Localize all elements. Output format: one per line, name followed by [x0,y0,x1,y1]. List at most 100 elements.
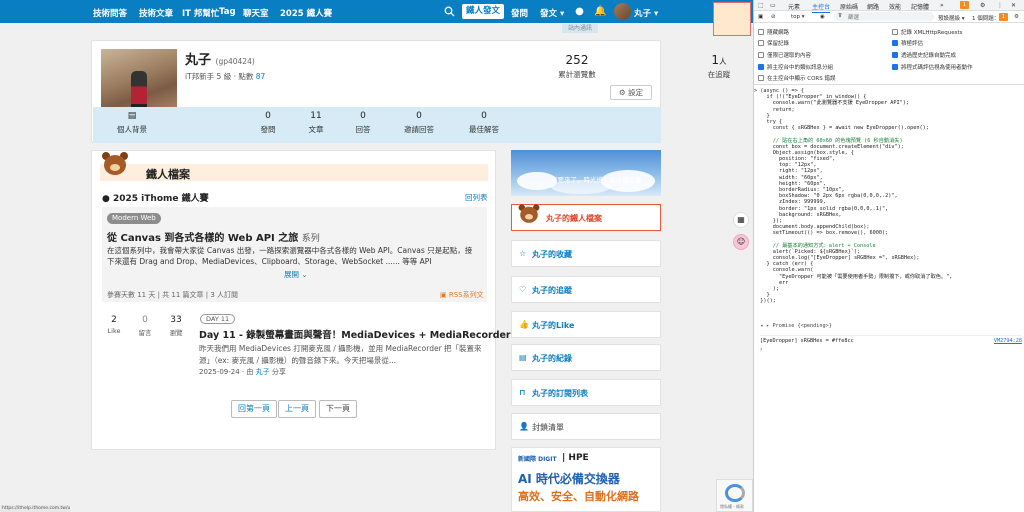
recaptcha-badge[interactable]: 隱私權 - 條款 [716,479,753,512]
stat-background[interactable]: ▤ 個人背景 [102,111,162,135]
nav-tag[interactable]: Tag [219,7,236,17]
log-source-link[interactable]: VM2794:28 [994,338,1022,344]
ad-tagline: 高效、安全、自動化網路 [518,490,639,503]
settings-button[interactable]: ⚙ 設定 [610,85,652,100]
chevron-down-icon: ⌄ [301,270,308,279]
tab-sources[interactable]: 原始碼 [840,2,858,11]
ironman-post-button[interactable]: 鐵人發文 [462,4,504,19]
setting-group-similar[interactable]: 將主控台中的類似訊息分組 [758,63,833,71]
user-block-icon: 👤 [519,422,529,431]
series-tag[interactable]: Modern Web [107,213,161,224]
series-title[interactable]: 從 Canvas 到各式各樣的 Web API 之旅 系列 [107,229,320,244]
sidebar-item-subscriptions[interactable]: ⊓ 丸子的訂閱列表 [511,379,661,406]
section-header: 鐵人檔案 [100,164,488,181]
device-icon[interactable]: ▭ [770,2,776,9]
day-badge: DAY 11 [200,314,236,324]
article-meta: 2025-09-24 · 由 丸子 分享 [199,368,286,376]
stat-answers[interactable]: 0 回答 [333,111,393,135]
user-menu[interactable]: 丸子 ▾ [634,7,658,19]
setting-selected-context[interactable]: 僅限已選取的內容 [758,51,811,59]
setting-log-xhr[interactable]: 記錄 XMLHttpRequests [892,28,962,36]
ironman-banner[interactable]: 我要來了，時光機 · 前往鐵人賽 [511,150,661,196]
eye-icon[interactable]: ◉ [820,14,825,20]
nav-chatroom[interactable]: 聊天室 [243,7,269,19]
mascot-float-button[interactable]: ☺ [733,234,749,250]
browser-page: 技術問答 技術文章 IT 邦幫忙 Tag 聊天室 2025 鐵人賽 鐵人發文 發… [0,0,753,512]
sidebar-ironman-profile[interactable]: 丸子的鐵人檔案 [511,204,661,231]
sidebar-item-records[interactable]: ▤ 丸子的紀錄 [511,344,661,371]
gear-icon: ⚙ [618,88,626,97]
stat-best-answers[interactable]: 0 最佳解答 [454,111,514,135]
total-views: 252 累計瀏覽數 [558,53,596,79]
ad-headline: AI 時代必備交換器 [518,472,620,486]
gear-icon[interactable]: ⚙ [1014,14,1019,20]
setting-preserve-log[interactable]: 保留記錄 [758,39,789,47]
tab-elements[interactable]: 元素 [788,2,800,11]
next-page-button[interactable]: 下一頁 [319,400,357,418]
user-name: 丸子 [634,9,652,19]
sidebar-item-favorites[interactable]: ☆ 丸子的收藏 [511,240,661,267]
article-views: 33 瀏覽 [169,315,183,337]
gear-icon[interactable]: ⚙ [980,2,985,9]
author-link[interactable]: 丸子 [256,368,270,376]
console-prompt[interactable]: › [760,346,762,353]
article-title[interactable]: Day 11 - 錄製螢幕畫面與聲音！MediaDevices + MediaR… [199,327,511,341]
sidebar-item-following[interactable]: ♡ 丸子的追蹤 [511,276,661,303]
inspect-icon[interactable]: ⬚ [758,2,764,9]
rss-icon: ▣ [440,291,447,299]
issues-badge[interactable]: 1 [999,13,1008,21]
tab-network[interactable]: 網路 [867,2,879,11]
series-list-link[interactable]: 回列表 [465,192,488,203]
promise-result[interactable]: ◂ ▸ Promise {<pending>} [760,323,832,329]
advertisement[interactable]: 新國際 DIGIT | HPE AI 時代必備交換器 高效、安全、自動化網路 [511,447,661,512]
setting-user-gesture[interactable]: 將程式碼評估視為使用者動作 [892,63,973,71]
setting-eager-eval[interactable]: 積極評估 [892,39,923,47]
user-avatar[interactable] [614,3,631,20]
search-icon[interactable] [444,6,455,17]
tab-console[interactable]: 主控台 [812,2,831,13]
tab-memory[interactable]: 記憶體 [911,2,929,11]
filter-input[interactable]: ⊽ 篩選 [834,12,934,21]
ask-button[interactable]: 發問 [511,7,528,19]
issues-label[interactable]: 1 個問題： [972,14,999,22]
log-levels-select[interactable]: 預設層級 ▾ [938,14,965,22]
more-tabs-icon[interactable]: » [940,2,944,9]
sidebar-item-blocked[interactable]: 👤 封鎖清單 [511,413,661,440]
nav-it-help[interactable]: IT 邦幫忙 [182,7,219,19]
bookmark-icon: ⊓ [519,388,526,397]
nav-qa[interactable]: 技術問答 [93,7,127,19]
sidebar-toggle-icon[interactable]: ▣ [758,14,763,20]
following-count[interactable]: 1人 在追蹤 [694,53,744,80]
expand-button[interactable]: 展開 ⌄ [284,269,308,280]
station-message-tag: 站內通訊 [562,24,598,33]
stat-invites[interactable]: 0 邀請回答 [389,111,449,135]
sidebar-item-likes[interactable]: 👍 丸子的Like [511,311,661,338]
setting-autocomplete-history[interactable]: 透過歷史記錄自動完成 [892,51,956,59]
chat-icon[interactable]: ● [574,6,585,17]
setting-cors-errors[interactable]: 在主控台中顯示 CORS 錯誤 [758,74,835,82]
status-url: https://ithelp.ithome.com.tw/users/gp404… [0,505,70,512]
clear-console-icon[interactable]: ⊘ [771,14,776,20]
devtools-panel: ⬚ ▭ 元素 主控台 原始碼 網路 效能 記憶體 » 1 ⚙ ⋮ ✕ ▣ ⊘ t… [753,0,1024,512]
setting-hide-network[interactable]: 隱藏網路 [758,28,789,36]
prev-page-button[interactable]: 上一頁 [278,400,316,418]
qr-float-button[interactable]: ▦ [733,212,749,228]
article-description: 昨天我們用 MediaDevices 打開麥克風 / 攝影機，並用 MediaR… [199,344,482,365]
devtools-tabs: ⬚ ▭ 元素 主控台 原始碼 網路 效能 記憶體 » 1 ⚙ ⋮ ✕ [754,0,1024,13]
first-page-button[interactable]: 回第一頁 [231,400,277,418]
bell-icon[interactable]: 🔔 [594,6,606,17]
article-comments: 0 留言 [138,315,152,337]
context-select[interactable]: top ▾ [791,14,805,20]
close-icon[interactable]: ✕ [1011,2,1016,9]
star-icon: ☆ [519,249,527,258]
profile-stats-bar: ▤ 個人背景 0 發問 11 文章 0 回答 0 邀請回答 0 最佳解答 [93,107,661,143]
nav-articles[interactable]: 技術文章 [139,7,173,19]
nav-ironman[interactable]: 2025 鐵人賽 [280,7,332,19]
warning-badge[interactable]: 1 [960,1,969,9]
rss-link[interactable]: ▣ RSS系列文 [440,290,484,300]
more-options-icon[interactable]: ⋮ [997,2,1003,9]
series-box: Modern Web 從 Canvas 到各式各樣的 Web API 之旅 系列… [102,207,487,302]
picked-color-preview [713,2,751,36]
write-dropdown[interactable]: 發文 ▾ [540,7,564,19]
tab-performance[interactable]: 效能 [889,2,901,11]
